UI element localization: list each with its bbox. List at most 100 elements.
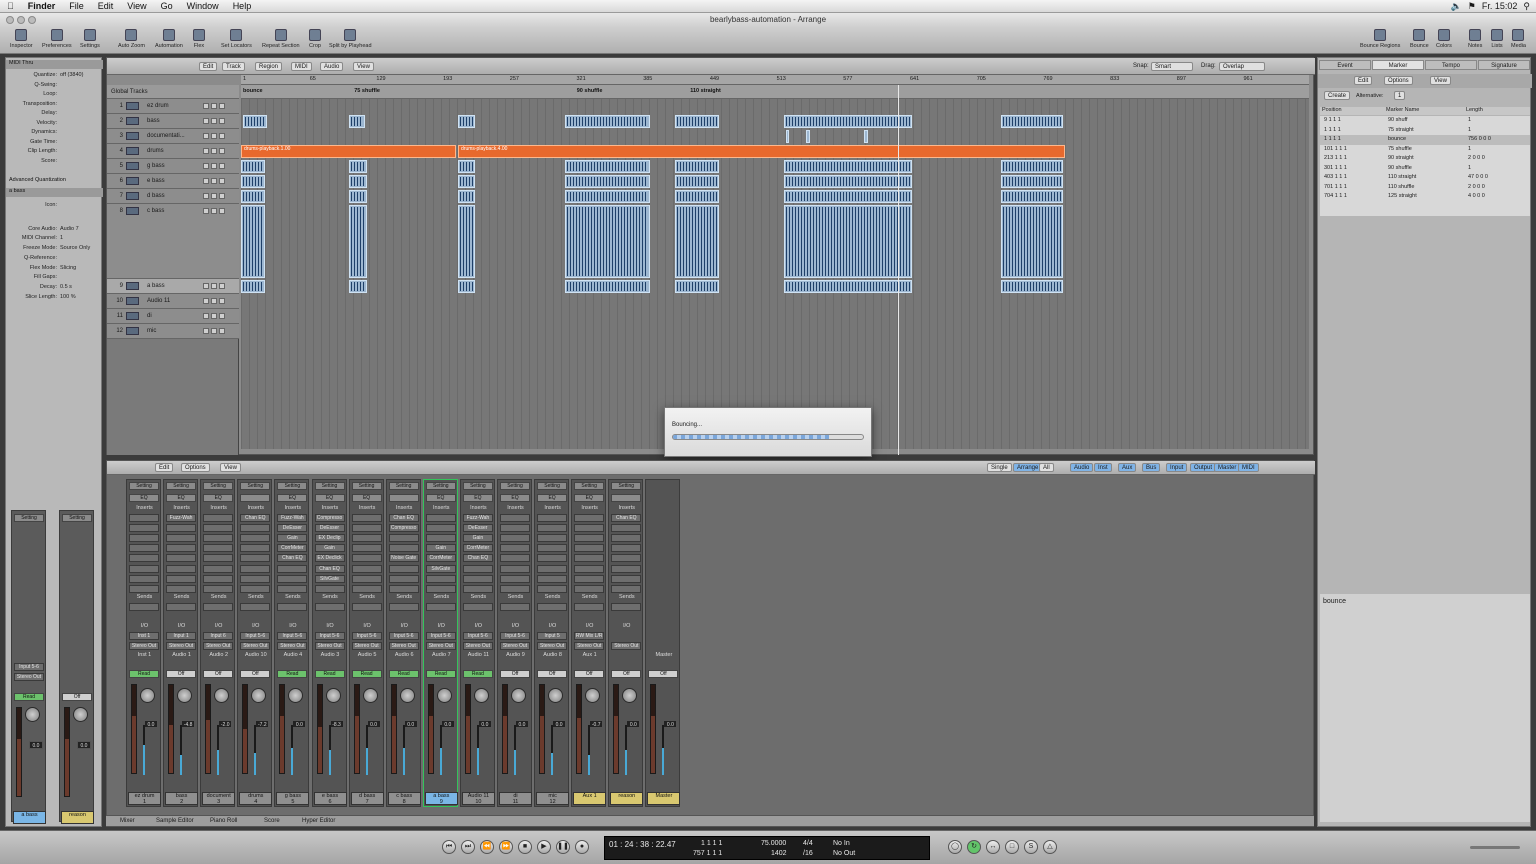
mixer-filter-bus[interactable]: Bus bbox=[1142, 463, 1161, 472]
arrange-track-menu[interactable]: Track bbox=[222, 62, 245, 71]
solo-button[interactable] bbox=[211, 118, 217, 124]
marker-row[interactable]: 1 1 1 1 75 straight 1 bbox=[1320, 126, 1530, 136]
insert-slot[interactable]: EX Declip bbox=[314, 534, 345, 543]
eq-thumbnail[interactable]: EQ bbox=[129, 494, 159, 502]
insert-slot[interactable]: CorrMeter bbox=[277, 544, 308, 553]
insert-slot[interactable] bbox=[277, 574, 308, 583]
channel-strip-d-bass[interactable]: Setting EQ Inserts Sends I/O Input 5-6 Stereo … bbox=[348, 479, 384, 807]
track-header-a-bass[interactable]: 9 a bass bbox=[107, 279, 239, 294]
channel-name[interactable]: g bass 5 bbox=[276, 792, 310, 805]
automation-mode-button[interactable]: Read bbox=[388, 670, 419, 678]
menu-window[interactable]: Window bbox=[180, 1, 226, 11]
insert-slot[interactable]: EX Declick bbox=[314, 554, 345, 563]
snap-select[interactable]: Smart bbox=[1151, 62, 1193, 71]
automation-mode-button[interactable]: Read bbox=[314, 670, 345, 678]
insert-slot[interactable] bbox=[611, 574, 642, 583]
track-header-Audio-11[interactable]: 10 Audio 11 bbox=[107, 294, 239, 309]
flag-icon[interactable]: ⚑ bbox=[1468, 1, 1476, 12]
tab-tempo[interactable]: Tempo bbox=[1425, 60, 1477, 70]
setting-button[interactable]: Setting bbox=[129, 482, 159, 490]
audio-region[interactable] bbox=[349, 160, 367, 173]
channel-name[interactable]: e bass 6 bbox=[313, 792, 347, 805]
advanced-quantization[interactable]: Advanced Quantization bbox=[6, 177, 103, 186]
metronome-icon[interactable]: △ bbox=[1043, 840, 1057, 854]
channel-name[interactable]: bass 2 bbox=[165, 792, 199, 805]
tab-hyper-editor[interactable]: Hyper Editor bbox=[302, 818, 335, 824]
mute-button[interactable] bbox=[203, 118, 209, 124]
track-header-bass[interactable]: 2 bass bbox=[107, 114, 239, 129]
volume-fader[interactable] bbox=[650, 684, 657, 774]
track-header-c-bass[interactable]: 8 c bass bbox=[107, 204, 239, 279]
channel-strip-e-bass[interactable]: Setting EQ Inserts Compresso DeEsser EX Decli… bbox=[311, 479, 347, 807]
insert-slot[interactable]: Gain bbox=[462, 534, 493, 543]
pan-knob[interactable] bbox=[177, 688, 193, 703]
automation-mode-button[interactable]: Off bbox=[500, 670, 530, 678]
insert-slot[interactable] bbox=[166, 564, 197, 573]
solo-button[interactable] bbox=[211, 103, 217, 109]
channel-name[interactable]: a bass bbox=[13, 811, 46, 824]
inspector-row[interactable]: Transposition: bbox=[6, 101, 103, 110]
volume-fader[interactable] bbox=[427, 684, 434, 774]
output-slot[interactable]: Stereo Out bbox=[277, 642, 308, 650]
audio-region[interactable] bbox=[784, 190, 912, 203]
solo-button[interactable] bbox=[211, 148, 217, 154]
tab-score[interactable]: Score bbox=[264, 818, 280, 824]
lists-button[interactable]: Lists bbox=[1491, 29, 1503, 49]
create-marker-button[interactable]: Create bbox=[1324, 91, 1351, 100]
eq-thumbnail[interactable]: EQ bbox=[351, 494, 382, 502]
track-name[interactable]: d bass bbox=[147, 193, 165, 199]
inspector-row[interactable]: Delay: bbox=[6, 110, 103, 119]
inspector-midi-thru-header[interactable]: MIDI Thru bbox=[6, 60, 103, 69]
insert-slot[interactable] bbox=[203, 554, 234, 563]
mixer-filter-audio[interactable]: Audio bbox=[1070, 463, 1094, 472]
inspector-track-value[interactable]: Audio 7 bbox=[60, 226, 79, 232]
output-slot[interactable]: Stereo Out bbox=[240, 642, 271, 650]
col-position[interactable]: Position bbox=[1322, 107, 1342, 113]
colors-button[interactable]: Colors bbox=[1436, 29, 1452, 49]
inspector-track-row[interactable]: Slice Length: 100 % bbox=[6, 294, 103, 303]
insert-slot[interactable]: CorrMeter bbox=[425, 554, 456, 563]
input-slot[interactable]: Inst 1 bbox=[129, 632, 159, 640]
insert-slot[interactable] bbox=[351, 574, 382, 583]
channel-strip-document[interactable]: Setting EQ Inserts Sends I/O Input 6 Stereo Ou… bbox=[200, 479, 236, 807]
automation-mode-button[interactable]: Read bbox=[129, 670, 159, 678]
audio-region[interactable] bbox=[675, 205, 719, 278]
output-slot[interactable]: Stereo Out bbox=[129, 642, 159, 650]
output-slot[interactable]: Stereo Out bbox=[351, 642, 382, 650]
eq-thumbnail[interactable]: EQ bbox=[537, 494, 568, 502]
setting-button[interactable]: Setting bbox=[203, 482, 234, 490]
track-name[interactable]: mic bbox=[147, 328, 156, 334]
eq-thumbnail[interactable] bbox=[240, 494, 271, 502]
insert-slot[interactable] bbox=[611, 564, 642, 573]
volume-fader[interactable] bbox=[316, 684, 323, 774]
volume-fader[interactable] bbox=[64, 707, 70, 797]
output-slot[interactable]: Stereo Out bbox=[314, 642, 345, 650]
insert-slot[interactable] bbox=[351, 534, 382, 543]
inspector-track-row[interactable]: Freeze Mode: Source Only bbox=[6, 245, 103, 254]
insert-slot[interactable] bbox=[388, 574, 419, 583]
input-slot[interactable]: Input 5-6 bbox=[388, 632, 419, 640]
insert-slot[interactable]: Fuzz-Wah bbox=[166, 514, 197, 522]
setting-button[interactable]: Setting bbox=[314, 482, 345, 490]
insert-slot[interactable] bbox=[425, 584, 456, 593]
audio-region[interactable] bbox=[784, 175, 912, 188]
channel-strip-di[interactable]: Setting EQ Inserts Sends I/O Input 5-6 Stereo … bbox=[497, 479, 532, 807]
arrange-edit-menu[interactable]: Edit bbox=[199, 62, 218, 71]
insert-slot[interactable] bbox=[203, 544, 234, 553]
insert-slot[interactable] bbox=[240, 544, 271, 553]
insert-slot[interactable] bbox=[500, 554, 530, 563]
marker-row[interactable]: 301 1 1 1 90 shuffle 1 bbox=[1320, 164, 1530, 174]
inspector-track-value[interactable]: Source Only bbox=[60, 245, 90, 251]
marker-row[interactable]: 403 1 1 1 110 straight 47 0 0 0 bbox=[1320, 173, 1530, 183]
insert-slot[interactable] bbox=[425, 574, 456, 583]
input-slot[interactable]: Input 5-6 bbox=[14, 663, 44, 671]
track-header-e-bass[interactable]: 6 e bass bbox=[107, 174, 239, 189]
insert-slot[interactable] bbox=[388, 534, 419, 543]
send-slot[interactable] bbox=[388, 603, 419, 611]
channel-strip-bass[interactable]: Setting EQ Inserts Fuzz-Wah Sends I/O Input 1 S… bbox=[163, 479, 199, 807]
channel-name[interactable]: reason bbox=[61, 811, 94, 824]
volume-fader[interactable] bbox=[464, 684, 471, 774]
volume-fader[interactable] bbox=[502, 684, 508, 774]
track-header-drums[interactable]: 4 drums bbox=[107, 144, 239, 159]
inspector-row[interactable]: Gate Time: bbox=[6, 139, 103, 148]
